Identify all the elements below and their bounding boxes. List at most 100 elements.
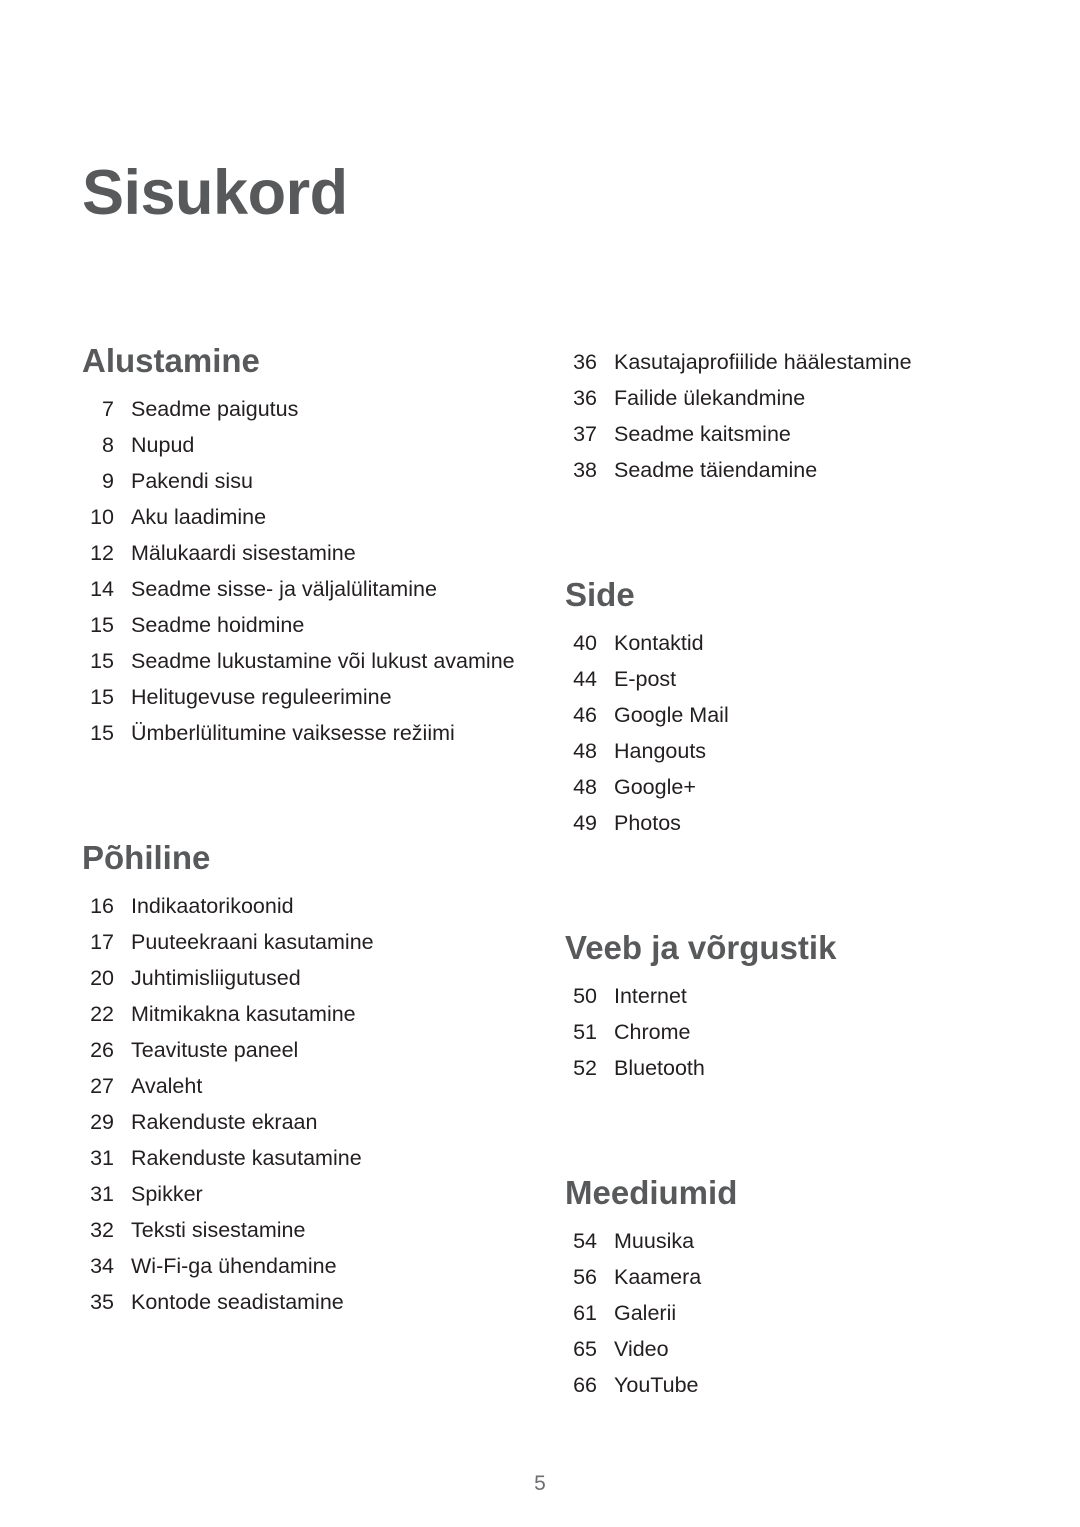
- toc-entry-label: Galerii: [614, 1301, 677, 1325]
- toc-entry[interactable]: 26 Teavituste paneel: [82, 1032, 534, 1068]
- toc-entry-label: Failide ülekandmine: [614, 386, 806, 410]
- toc-entry[interactable]: 36 Kasutajaprofiilide häälestamine: [565, 344, 995, 380]
- toc-entry-page: 17: [90, 930, 114, 954]
- toc-entry[interactable]: 29 Rakenduste ekraan: [82, 1104, 534, 1140]
- toc-entry-page: 20: [90, 966, 114, 990]
- toc-entry[interactable]: 34 Wi-Fi-ga ühendamine: [82, 1248, 534, 1284]
- toc-section-heading: Põhiline: [82, 839, 211, 876]
- toc-entry[interactable]: 49 Photos: [565, 805, 995, 841]
- toc-entry-label: Kontode seadistamine: [131, 1290, 344, 1314]
- toc-entry[interactable]: 16 Indikaatorikoonid: [82, 888, 534, 924]
- toc-entry[interactable]: 31 Spikker: [82, 1176, 534, 1212]
- toc-entry[interactable]: 37 Seadme kaitsmine: [565, 416, 995, 452]
- toc-entry-page: 54: [573, 1229, 597, 1253]
- toc-entry-label: Google+: [614, 775, 696, 799]
- toc-entry-label: Bluetooth: [614, 1056, 705, 1080]
- toc-section: Side 40 Kontaktid 44 E-post 46 Google Mail 48 Ha…: [565, 488, 995, 841]
- toc-entry[interactable]: 35 Kontode seadistamine: [82, 1284, 534, 1320]
- toc-entry-page: 51: [573, 1020, 597, 1044]
- toc-entry[interactable]: 44 E-post: [565, 661, 995, 697]
- toc-entry-page: 31: [90, 1182, 114, 1206]
- toc-entry-page: 26: [90, 1038, 114, 1062]
- toc-entry-page: 9: [102, 469, 114, 493]
- toc-entry[interactable]: 15 Ümberlülitumine vaiksesse režiimi: [82, 715, 534, 751]
- toc-entry-label: Ümberlülitumine vaiksesse režiimi: [131, 721, 455, 745]
- toc-entry-page: 61: [573, 1301, 597, 1325]
- toc-entry-page: 15: [90, 721, 114, 745]
- toc-entry-page: 48: [573, 775, 597, 799]
- toc-entry[interactable]: 52 Bluetooth: [565, 1050, 995, 1086]
- toc-entry[interactable]: 15 Seadme hoidmine: [82, 607, 534, 643]
- toc-entry[interactable]: 12 Mälukaardi sisestamine: [82, 535, 534, 571]
- toc-list: 16 Indikaatorikoonid 17 Puuteekraani kasuta…: [82, 888, 534, 1320]
- toc-entry[interactable]: 54 Muusika: [565, 1223, 995, 1259]
- toc-entry[interactable]: 31 Rakenduste kasutamine: [82, 1140, 534, 1176]
- toc-entry-page: 15: [90, 685, 114, 709]
- toc-entry-page: 48: [573, 739, 597, 763]
- toc-list: 50 Internet 51 Chrome 52 Bluetooth: [565, 978, 995, 1086]
- toc-entry[interactable]: 15 Helitugevuse reguleerimine: [82, 679, 534, 715]
- toc-entry[interactable]: 48 Google+: [565, 769, 995, 805]
- toc-entry[interactable]: 8 Nupud: [82, 427, 534, 463]
- toc-section-heading: Meediumid: [565, 1174, 738, 1211]
- toc-entry-page: 14: [90, 577, 114, 601]
- toc-entry[interactable]: 48 Hangouts: [565, 733, 995, 769]
- toc-entry[interactable]: 56 Kaamera: [565, 1259, 995, 1295]
- toc-entry[interactable]: 7 Seadme paigutus: [82, 391, 534, 427]
- toc-entry-label: Teavituste paneel: [131, 1038, 299, 1062]
- toc-entry[interactable]: 14 Seadme sisse- ja väljalülitamine: [82, 571, 534, 607]
- page-title: Sisukord: [82, 158, 348, 229]
- toc-entry-label: Spikker: [131, 1182, 203, 1206]
- toc-entry-label: Seadme hoidmine: [131, 613, 305, 637]
- toc-entry-label: Video: [614, 1337, 669, 1361]
- toc-entry-label: Juhtimisliigutused: [131, 966, 301, 990]
- toc-entry-label: Rakenduste kasutamine: [131, 1146, 362, 1170]
- toc-entry[interactable]: 38 Seadme täiendamine: [565, 452, 995, 488]
- toc-entry-page: 7: [102, 397, 114, 421]
- toc-entry[interactable]: 61 Galerii: [565, 1295, 995, 1331]
- toc-entry-label: Nupud: [131, 433, 195, 457]
- toc-entry[interactable]: 20 Juhtimisliigutused: [82, 960, 534, 996]
- toc-entry[interactable]: 46 Google Mail: [565, 697, 995, 733]
- toc-entry-label: Rakenduste ekraan: [131, 1110, 318, 1134]
- toc-entry-page: 44: [573, 667, 597, 691]
- toc-entry-page: 31: [90, 1146, 114, 1170]
- toc-entry[interactable]: 66 YouTube: [565, 1367, 995, 1403]
- toc-entry-page: 35: [90, 1290, 114, 1314]
- toc-entry[interactable]: 32 Teksti sisestamine: [82, 1212, 534, 1248]
- toc-section: Meediumid 54 Muusika 56 Kaamera 61 Galerii 65 Vi…: [565, 1086, 995, 1403]
- toc-entry-page: 8: [102, 433, 114, 457]
- toc-entry-page: 37: [573, 422, 597, 446]
- toc-entry[interactable]: 40 Kontaktid: [565, 625, 995, 661]
- toc-list: 40 Kontaktid 44 E-post 46 Google Mail 48 Hangou…: [565, 625, 995, 841]
- toc-entry[interactable]: 10 Aku laadimine: [82, 499, 534, 535]
- toc-entry-label: Pakendi sisu: [131, 469, 253, 493]
- toc-entry-page: 15: [90, 613, 114, 637]
- toc-list-continued: 36 Kasutajaprofiilide häälestamine 36 Faili…: [565, 344, 995, 488]
- toc-entry-label: Chrome: [614, 1020, 691, 1044]
- toc-entry[interactable]: 65 Video: [565, 1331, 995, 1367]
- toc-entry-label: YouTube: [614, 1373, 699, 1397]
- toc-entry[interactable]: 27 Avaleht: [82, 1068, 534, 1104]
- toc-entry-page: 16: [90, 894, 114, 918]
- toc-column-left: Alustamine 7 Seadme paigutus 8 Nupud 9 Pakendi…: [82, 344, 534, 1320]
- toc-entry[interactable]: 51 Chrome: [565, 1014, 995, 1050]
- toc-entry[interactable]: 50 Internet: [565, 978, 995, 1014]
- toc-entry[interactable]: 9 Pakendi sisu: [82, 463, 534, 499]
- toc-entry[interactable]: 17 Puuteekraani kasutamine: [82, 924, 534, 960]
- toc-entry-page: 50: [573, 984, 597, 1008]
- toc-entry-page: 32: [90, 1218, 114, 1242]
- toc-entry-label: Kaamera: [614, 1265, 702, 1289]
- toc-entry[interactable]: 22 Mitmikakna kasutamine: [82, 996, 534, 1032]
- toc-entry[interactable]: 36 Failide ülekandmine: [565, 380, 995, 416]
- toc-entry-label: Kontaktid: [614, 631, 704, 655]
- toc-entry-label: Mitmikakna kasutamine: [131, 1002, 356, 1026]
- toc-entry[interactable]: 15 Seadme lukustamine või lukust avamine: [82, 643, 534, 679]
- toc-entry-label: Aku laadimine: [131, 505, 267, 529]
- toc-entry-label: Muusika: [614, 1229, 695, 1253]
- toc-section-heading: Veeb ja võrgustik: [565, 929, 837, 966]
